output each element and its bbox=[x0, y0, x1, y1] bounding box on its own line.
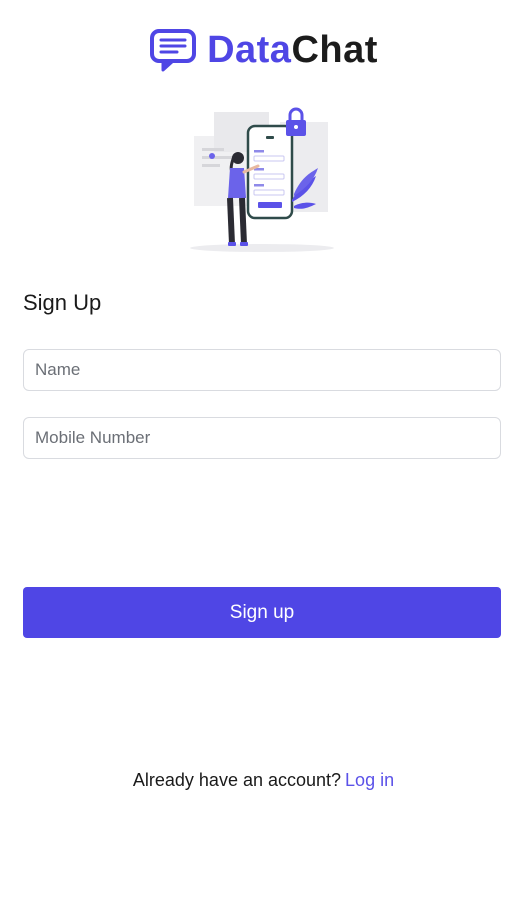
app-name-part-1: Data bbox=[207, 29, 292, 71]
log-in-link[interactable]: Log in bbox=[345, 770, 394, 790]
mobile-number-input[interactable] bbox=[23, 417, 501, 459]
signup-illustration bbox=[190, 107, 334, 252]
app-name-part-2: Chat bbox=[291, 29, 378, 71]
app-name: DataChat bbox=[207, 28, 378, 72]
name-input[interactable] bbox=[23, 349, 501, 391]
chat-bubble-icon bbox=[150, 29, 197, 72]
sign-up-button[interactable]: Sign up bbox=[23, 587, 501, 638]
app-logo: DataChat bbox=[0, 28, 527, 72]
page-title: Sign Up bbox=[23, 290, 102, 315]
login-prompt: Already have an account? Log in bbox=[0, 770, 527, 791]
login-prompt-text: Already have an account? bbox=[132, 770, 342, 790]
